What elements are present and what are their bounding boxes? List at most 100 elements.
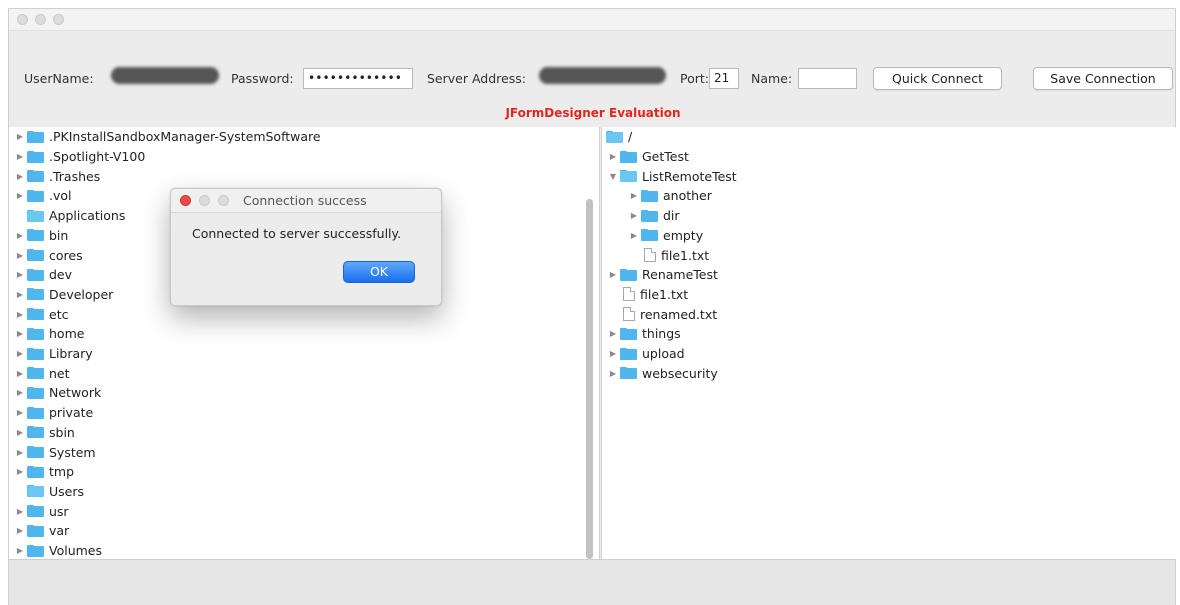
local-tree-item[interactable]: ▶ private: [13, 403, 93, 423]
disclosure-arrow-right-icon[interactable]: ▶: [13, 329, 27, 338]
tree-item-label: tmp: [49, 464, 75, 480]
folder-icon: [27, 249, 44, 262]
save-connection-button[interactable]: Save Connection: [1033, 67, 1173, 90]
remote-tree-item[interactable]: file1.txt: [627, 245, 709, 265]
folder-icon: [27, 406, 44, 419]
local-tree-item[interactable]: ▶ Volumes: [13, 541, 102, 559]
local-tree-item[interactable]: ▶ etc: [13, 304, 69, 324]
remote-tree-item[interactable]: /: [606, 127, 632, 147]
folder-open-icon: [606, 130, 623, 143]
disclosure-arrow-right-icon[interactable]: ▶: [13, 369, 27, 378]
local-tree-item[interactable]: ▶ bin: [13, 226, 68, 246]
disclosure-arrow-right-icon[interactable]: ▶: [13, 172, 27, 181]
name-field[interactable]: [798, 68, 857, 89]
local-tree-item[interactable]: ▶ .vol: [13, 186, 72, 206]
port-field[interactable]: 21: [709, 68, 739, 89]
remote-tree-item[interactable]: ▶ empty: [627, 226, 703, 246]
ok-button[interactable]: OK: [343, 261, 415, 283]
tree-item-label: file1.txt: [661, 247, 710, 263]
quick-connect-button[interactable]: Quick Connect: [873, 67, 1002, 90]
password-label: Password:: [231, 71, 294, 86]
local-tree-item[interactable]: ▶ home: [13, 324, 85, 344]
folder-icon: [27, 505, 44, 518]
window-close-button[interactable]: [17, 14, 28, 25]
tree-item-label: .Spotlight-V100: [49, 149, 146, 165]
disclosure-arrow-right-icon[interactable]: ▶: [13, 270, 27, 279]
local-tree-item[interactable]: ▶ .Trashes: [13, 166, 100, 186]
local-tree-item[interactable]: ▶ .PKInstallSandboxManager-SystemSoftware: [13, 127, 321, 147]
local-tree-item[interactable]: ▶ Network: [13, 383, 101, 403]
disclosure-arrow-right-icon[interactable]: ▶: [13, 388, 27, 397]
remote-tree-item[interactable]: renamed.txt: [606, 304, 717, 324]
tree-item-label: .vol: [49, 188, 72, 204]
remote-file-tree[interactable]: / ▶ GetTest ▼ ListRemoteTest ▶ another ▶ dir ▶ emp…: [601, 127, 1177, 559]
remote-tree-item[interactable]: ▶ things: [606, 324, 681, 344]
tree-item-label: .Trashes: [49, 168, 101, 184]
file-icon: [623, 307, 635, 322]
disclosure-arrow-right-icon[interactable]: ▶: [13, 408, 27, 417]
tree-item-label: home: [49, 326, 85, 342]
local-tree-item[interactable]: ▶ net: [13, 363, 70, 383]
disclosure-arrow-right-icon[interactable]: ▶: [13, 467, 27, 476]
disclosure-arrow-right-icon[interactable]: ▶: [606, 369, 620, 378]
local-tree-item[interactable]: ▶ cores: [13, 245, 83, 265]
disclosure-arrow-right-icon[interactable]: ▶: [627, 191, 641, 200]
window-zoom-button[interactable]: [53, 14, 64, 25]
disclosure-arrow-right-icon[interactable]: ▶: [13, 251, 27, 260]
folder-icon: [27, 189, 44, 202]
folder-icon: [641, 229, 658, 242]
folder-icon: [27, 367, 44, 380]
local-tree-item[interactable]: ▶ System: [13, 442, 96, 462]
server-address-field-redacted[interactable]: [539, 67, 666, 84]
remote-tree-item[interactable]: ▶ GetTest: [606, 147, 689, 167]
local-tree-item[interactable]: ▶ dev: [13, 265, 72, 285]
username-field-redacted[interactable]: [111, 67, 219, 84]
remote-tree-item[interactable]: ▶ dir: [627, 206, 680, 226]
local-tree-item[interactable]: ▶ Library: [13, 344, 93, 364]
local-tree-item[interactable]: Users: [13, 482, 84, 502]
dialog-close-button[interactable]: [180, 195, 191, 206]
window-titlebar: [9, 9, 1175, 31]
disclosure-arrow-down-icon[interactable]: ▼: [606, 172, 620, 181]
disclosure-arrow-right-icon[interactable]: ▶: [13, 448, 27, 457]
disclosure-arrow-right-icon[interactable]: ▶: [13, 349, 27, 358]
tree-item-label: renamed.txt: [640, 306, 718, 322]
password-field[interactable]: •••••••••••••: [303, 68, 413, 89]
local-tree-item[interactable]: ▶ var: [13, 521, 69, 541]
window-minimize-button[interactable]: [35, 14, 46, 25]
disclosure-arrow-right-icon[interactable]: ▶: [13, 310, 27, 319]
tree-item-label: net: [49, 365, 70, 381]
disclosure-arrow-right-icon[interactable]: ▶: [13, 132, 27, 141]
disclosure-arrow-right-icon[interactable]: ▶: [606, 152, 620, 161]
local-tree-item[interactable]: ▶ sbin: [13, 423, 75, 443]
disclosure-arrow-right-icon[interactable]: ▶: [13, 546, 27, 555]
disclosure-arrow-right-icon[interactable]: ▶: [13, 231, 27, 240]
disclosure-arrow-right-icon[interactable]: ▶: [13, 152, 27, 161]
folder-icon: [641, 189, 658, 202]
disclosure-arrow-right-icon[interactable]: ▶: [13, 428, 27, 437]
remote-tree-item[interactable]: file1.txt: [606, 285, 688, 305]
folder-open-icon: [620, 170, 637, 183]
folder-icon: [27, 544, 44, 557]
local-tree-item[interactable]: ▶ Developer: [13, 285, 113, 305]
remote-tree-item[interactable]: ▼ ListRemoteTest: [606, 166, 737, 186]
local-tree-item[interactable]: Applications: [13, 206, 125, 226]
remote-tree-item[interactable]: ▶ upload: [606, 344, 685, 364]
local-tree-scrollbar[interactable]: [586, 199, 593, 559]
disclosure-arrow-right-icon[interactable]: ▶: [606, 270, 620, 279]
remote-tree-item[interactable]: ▶ RenameTest: [606, 265, 718, 285]
disclosure-arrow-right-icon[interactable]: ▶: [627, 231, 641, 240]
remote-tree-item[interactable]: ▶ websecurity: [606, 363, 718, 383]
local-tree-item[interactable]: ▶ usr: [13, 501, 69, 521]
disclosure-arrow-right-icon[interactable]: ▶: [13, 507, 27, 516]
disclosure-arrow-right-icon[interactable]: ▶: [13, 290, 27, 299]
disclosure-arrow-right-icon[interactable]: ▶: [627, 211, 641, 220]
disclosure-arrow-right-icon[interactable]: ▶: [13, 191, 27, 200]
local-tree-item[interactable]: ▶ .Spotlight-V100: [13, 147, 145, 167]
disclosure-arrow-right-icon[interactable]: ▶: [606, 329, 620, 338]
remote-tree-item[interactable]: ▶ another: [627, 186, 712, 206]
disclosure-arrow-right-icon[interactable]: ▶: [13, 526, 27, 535]
disclosure-arrow-right-icon[interactable]: ▶: [606, 349, 620, 358]
dialog-title: Connection success: [243, 193, 367, 208]
local-tree-item[interactable]: ▶ tmp: [13, 462, 74, 482]
